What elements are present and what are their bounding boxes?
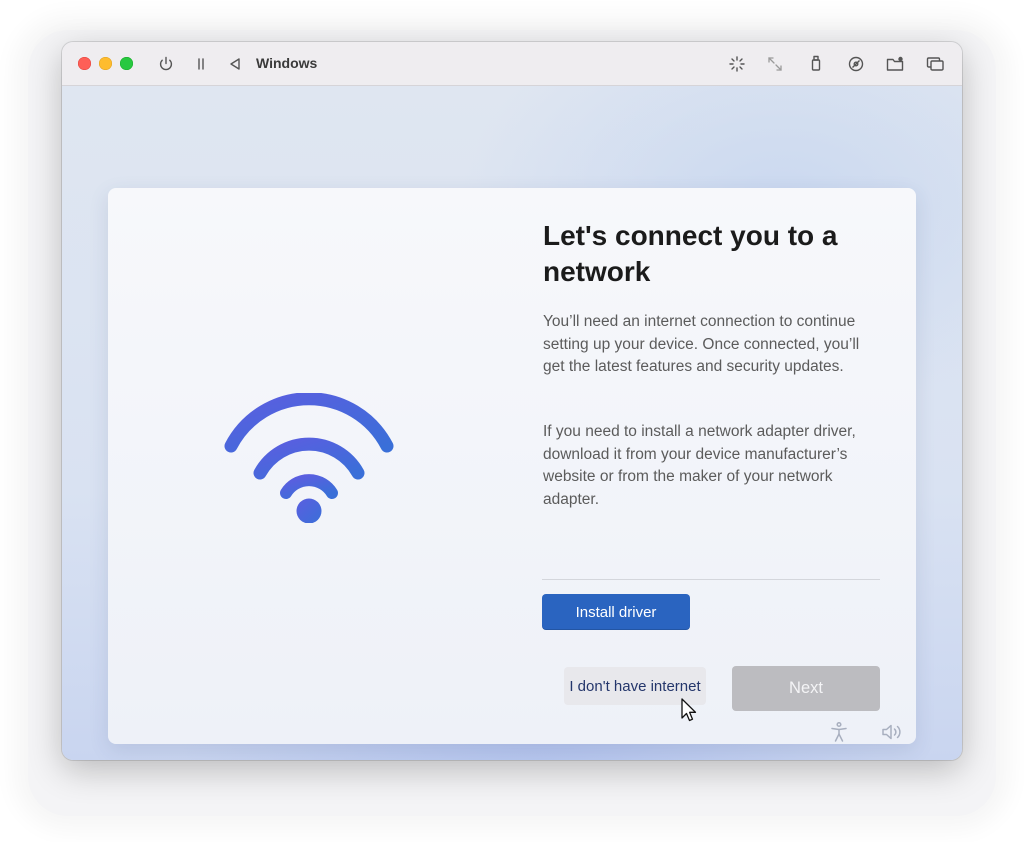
accessibility-icon[interactable]: [827, 720, 851, 744]
brightness-icon[interactable]: [726, 53, 748, 75]
usb-icon[interactable]: [805, 53, 827, 75]
resize-icon[interactable]: [764, 53, 786, 75]
close-window-button[interactable]: [78, 57, 91, 70]
setup-card: Let's connect you to a network You’ll ne…: [108, 188, 916, 744]
wifi-icon: [218, 392, 400, 524]
description-paragraph-2: If you need to install a network adapter…: [543, 423, 856, 508]
title-bar: Windows: [62, 42, 962, 86]
power-icon[interactable]: [155, 53, 177, 75]
window-title: Windows: [256, 55, 318, 71]
zoom-window-button[interactable]: [120, 57, 133, 70]
divider: [542, 579, 880, 580]
install-driver-button[interactable]: Install driver: [542, 594, 690, 630]
next-button[interactable]: Next: [732, 666, 880, 711]
page-title: Let's connect you to a network: [543, 220, 838, 287]
volume-icon[interactable]: [880, 720, 904, 744]
oobe-background: Let's connect you to a network You’ll ne…: [62, 86, 962, 760]
back-icon[interactable]: [224, 53, 246, 75]
shared-folder-icon[interactable]: [884, 53, 906, 75]
disc-icon[interactable]: [845, 53, 867, 75]
windows-stack-icon[interactable]: [924, 53, 946, 75]
minimize-window-button[interactable]: [99, 57, 112, 70]
description-paragraph-1: You’ll need an internet connection to co…: [543, 313, 860, 375]
pause-icon[interactable]: [190, 53, 212, 75]
vm-window: Windows Let's connect you to a network Y…: [62, 42, 962, 760]
mouse-pointer-icon: [680, 698, 698, 724]
